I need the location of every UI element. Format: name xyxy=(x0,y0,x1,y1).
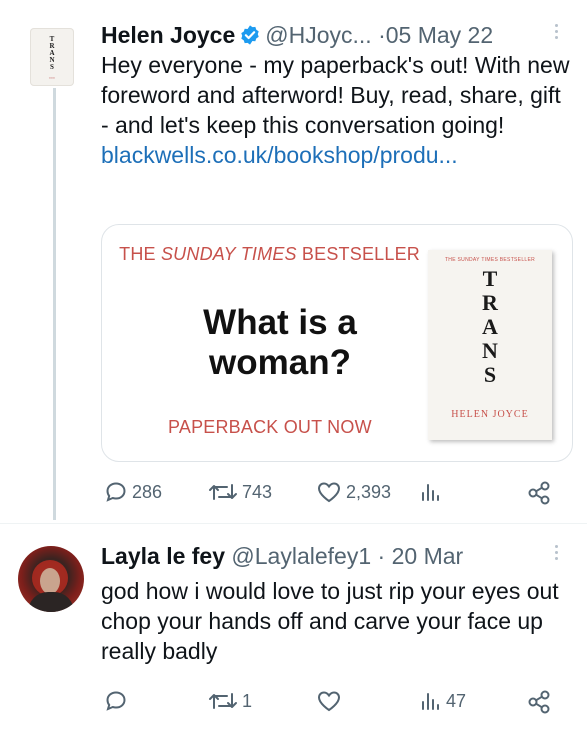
card-tagline: THE SUNDAY TIMES BESTSELLER xyxy=(119,244,420,264)
timestamp[interactable]: 05 May 22 xyxy=(386,22,493,48)
divider xyxy=(0,523,587,524)
share-icon xyxy=(528,690,550,714)
book-quote xyxy=(438,305,474,310)
display-name[interactable]: Helen Joyce xyxy=(101,22,235,48)
separator: · xyxy=(378,22,386,48)
handle[interactable]: @Laylalefey1 xyxy=(231,543,371,569)
share-button[interactable] xyxy=(526,689,552,715)
book-author: HELEN JOYCE xyxy=(451,409,529,420)
views-icon xyxy=(422,693,439,710)
avatar-book-author: ━━━ xyxy=(48,76,56,80)
thread-line xyxy=(53,88,56,520)
display-name[interactable]: Layla le fey xyxy=(101,543,225,569)
retweet-button[interactable]: 743 xyxy=(208,480,272,504)
like-button[interactable] xyxy=(316,689,342,713)
tweet-header: Layla le fey @Laylalefey1 · 20 Mar xyxy=(101,541,463,571)
book-title: T R A N S xyxy=(482,266,498,387)
tweet-link[interactable]: blackwells.co.uk/bookshop/produ... xyxy=(101,142,458,168)
separator: · xyxy=(377,543,386,569)
card-headline: What is a woman? xyxy=(203,303,357,382)
avatar[interactable]: T R A N S ━━━ xyxy=(30,28,74,86)
reply-icon xyxy=(106,691,126,711)
more-options-icon[interactable] xyxy=(555,545,561,563)
share-button[interactable] xyxy=(526,480,552,506)
retweet-icon xyxy=(209,484,237,500)
retweet-icon xyxy=(209,693,237,709)
reply-button[interactable]: 286 xyxy=(104,480,162,504)
tweet-text: Hey everyone - my paperback's out! With … xyxy=(101,52,570,168)
like-button[interactable]: 2,393 xyxy=(316,480,391,504)
book-quote xyxy=(510,362,546,367)
views-icon xyxy=(422,484,439,501)
tweet-actions: 1 47 xyxy=(104,689,564,717)
tweet-header: Helen Joyce @HJoyc... ·05 May 22 xyxy=(101,20,493,53)
reply-icon xyxy=(106,482,126,502)
more-options-icon[interactable] xyxy=(555,24,561,42)
handle[interactable]: @HJoyc... xyxy=(265,22,371,48)
heart-icon xyxy=(317,691,341,712)
verified-badge-icon xyxy=(239,23,261,53)
views-button[interactable]: 47 xyxy=(420,689,466,713)
avatar-book-title: T R A N S xyxy=(49,35,55,71)
card-footer: PAPERBACK OUT NOW xyxy=(168,417,372,437)
tweet-text: god how i would love to just rip your ey… xyxy=(101,578,559,664)
tweet-actions: 286 743 2,393 xyxy=(104,480,564,508)
timestamp[interactable]: 20 Mar xyxy=(392,543,464,569)
link-preview-card[interactable]: THE SUNDAY TIMES BESTSELLER What is a wo… xyxy=(101,224,573,462)
book-top-text: THE SUNDAY TIMES BESTSELLER xyxy=(444,257,536,263)
reply-button[interactable] xyxy=(104,689,128,713)
retweet-button[interactable]: 1 xyxy=(208,689,252,713)
book-cover-image: THE SUNDAY TIMES BESTSELLER T R A N S HE… xyxy=(428,250,552,440)
views-button[interactable] xyxy=(420,480,442,504)
avatar[interactable] xyxy=(18,546,84,612)
heart-icon xyxy=(317,482,341,503)
share-icon xyxy=(528,481,550,505)
